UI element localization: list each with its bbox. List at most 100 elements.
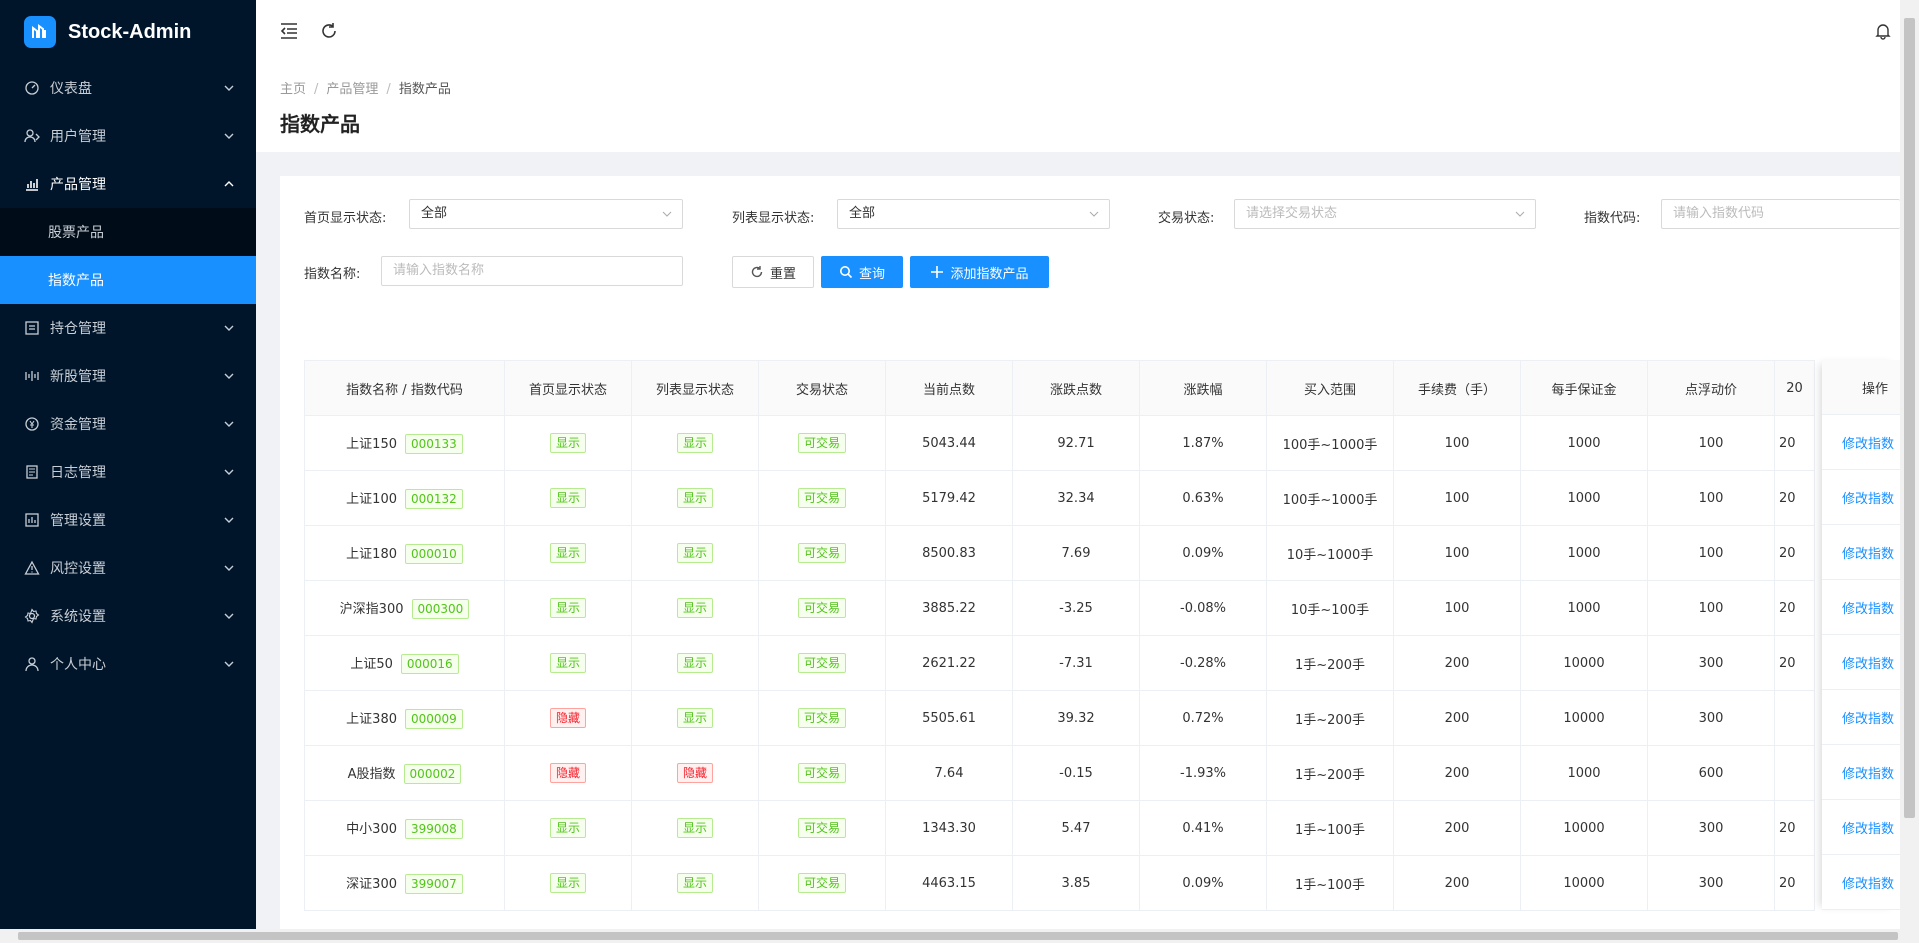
home-status-tag: 隐藏 bbox=[549, 763, 586, 783]
trade-status-select[interactable]: 请选择交易状态 bbox=[1234, 199, 1536, 229]
horizontal-scrollbar[interactable] bbox=[0, 929, 1919, 943]
sidebar-item-profile[interactable]: 个人中心 bbox=[0, 640, 256, 688]
breadcrumb-section[interactable]: 产品管理 bbox=[326, 82, 378, 97]
sidebar-subitem-stock-products[interactable]: 股票产品 bbox=[0, 208, 256, 256]
chevron-down-icon bbox=[224, 373, 234, 379]
index-code-tag: 399008 bbox=[405, 818, 463, 839]
home-status-cell: 显示 bbox=[504, 415, 632, 471]
sidebar-item-system[interactable]: 系统设置 bbox=[0, 592, 256, 640]
edit-index-link[interactable]: 修改指数 bbox=[1822, 855, 1900, 910]
list-status-tag: 隐藏 bbox=[676, 763, 713, 783]
table-header-cell: 手续费（手） bbox=[1393, 360, 1521, 416]
sidebar: Stock-Admin 仪表盘 用户管理 产品管理 股票产品 指数产品 持仓管理 新股管理资… bbox=[0, 0, 256, 943]
name-code-cell: 深证300 399007 bbox=[304, 855, 505, 911]
table-header-cell: 20 bbox=[1774, 360, 1815, 416]
sidebar-subitem-index-products[interactable]: 指数产品 bbox=[0, 256, 256, 304]
range-cell: 1手~100手 bbox=[1266, 855, 1394, 911]
gear-icon bbox=[24, 608, 40, 624]
breadcrumb-home[interactable]: 主页 bbox=[280, 82, 306, 97]
extra-cell: 20 bbox=[1774, 415, 1815, 471]
fee-cell: 100 bbox=[1393, 470, 1521, 526]
float-cell: 300 bbox=[1647, 690, 1775, 746]
edit-index-link[interactable]: 修改指数 bbox=[1822, 635, 1900, 690]
index-table: 指数名称 / 指数代码 首页显示状态 列表显示状态 交易状态 当前点数 涨跌点数 涨跌幅 买入… bbox=[304, 360, 1815, 911]
index-code-tag: 000132 bbox=[405, 488, 463, 509]
margin-cell: 1000 bbox=[1520, 745, 1648, 801]
chevron-down-icon bbox=[224, 517, 234, 523]
price-cell: 5043.44 bbox=[885, 415, 1013, 471]
menu-fold-icon[interactable] bbox=[278, 20, 300, 42]
vertical-scroll-thumb[interactable] bbox=[1904, 18, 1915, 818]
search-button[interactable]: 查询 bbox=[821, 256, 903, 288]
refresh-icon[interactable] bbox=[318, 20, 340, 42]
name-input[interactable]: 请输入指数名称 bbox=[381, 256, 683, 286]
trade-status-tag: 可交易 bbox=[797, 708, 846, 728]
add-index-button[interactable]: 添加指数产品 bbox=[910, 256, 1049, 288]
logo[interactable]: Stock-Admin bbox=[0, 0, 256, 64]
range-cell: 10手~1000手 bbox=[1266, 525, 1394, 581]
edit-index-link[interactable]: 修改指数 bbox=[1822, 415, 1900, 470]
bell-icon[interactable] bbox=[1872, 20, 1894, 42]
trade-status-cell: 可交易 bbox=[758, 855, 886, 911]
sidebar-item-products[interactable]: 产品管理 bbox=[0, 160, 256, 208]
margin-cell: 1000 bbox=[1520, 580, 1648, 636]
edit-index-link[interactable]: 修改指数 bbox=[1822, 525, 1900, 580]
table-row: 上证100 000132 显示 显示 可交易 5179.42 32.34 0.63% 100手~… bbox=[304, 470, 1815, 526]
price-cell: 1343.30 bbox=[885, 800, 1013, 856]
table-header-row: 指数名称 / 指数代码 首页显示状态 列表显示状态 交易状态 当前点数 涨跌点数 涨跌幅 买入… bbox=[304, 360, 1815, 416]
price-cell: 5505.61 bbox=[885, 690, 1013, 746]
sidebar-item-funds[interactable]: 资金管理 bbox=[0, 400, 256, 448]
money-icon bbox=[24, 416, 40, 432]
sidebar-item-users[interactable]: 用户管理 bbox=[0, 112, 256, 160]
change-cell: -0.15 bbox=[1012, 745, 1140, 801]
edit-index-link[interactable]: 修改指数 bbox=[1822, 470, 1900, 525]
list-status-select[interactable]: 全部 bbox=[837, 199, 1110, 229]
code-input[interactable]: 请输入指数代码 bbox=[1661, 199, 1900, 229]
chevron-down-icon bbox=[1089, 211, 1099, 217]
table-header-cell: 首页显示状态 bbox=[504, 360, 632, 416]
float-cell: 300 bbox=[1647, 800, 1775, 856]
home-status-cell: 隐藏 bbox=[504, 690, 632, 746]
sidebar-item-dashboard[interactable]: 仪表盘 bbox=[0, 64, 256, 112]
edit-index-link[interactable]: 修改指数 bbox=[1822, 580, 1900, 635]
home-status-cell: 显示 bbox=[504, 470, 632, 526]
sidebar-menu: 仪表盘 用户管理 产品管理 股票产品 指数产品 持仓管理 新股管理 资金管理 日志管理 管理设置风… bbox=[0, 64, 256, 688]
margin-cell: 1000 bbox=[1520, 470, 1648, 526]
sidebar-item-risk[interactable]: 风控设置 bbox=[0, 544, 256, 592]
edit-index-link[interactable]: 修改指数 bbox=[1822, 690, 1900, 745]
app-name: Stock-Admin bbox=[68, 20, 192, 43]
trade-status-label: 交易状态: bbox=[1158, 211, 1215, 226]
trade-status-cell: 可交易 bbox=[758, 470, 886, 526]
home-status-value: 全部 bbox=[421, 206, 448, 221]
vertical-scrollbar[interactable] bbox=[1900, 0, 1919, 929]
home-status-select[interactable]: 全部 bbox=[409, 199, 683, 229]
home-status-tag: 显示 bbox=[549, 873, 586, 893]
chevron-down-icon bbox=[224, 661, 234, 667]
list-status-label: 列表显示状态: bbox=[732, 211, 815, 226]
percent-cell: -1.93% bbox=[1139, 745, 1267, 801]
sidebar-item-positions[interactable]: 持仓管理 bbox=[0, 304, 256, 352]
index-code-tag: 000010 bbox=[405, 543, 463, 564]
fee-cell: 200 bbox=[1393, 800, 1521, 856]
index-name: 上证50 bbox=[350, 656, 393, 672]
list-status-cell: 显示 bbox=[631, 800, 759, 856]
edit-index-link[interactable]: 修改指数 bbox=[1822, 800, 1900, 855]
table-header-cell: 每手保证金 bbox=[1520, 360, 1648, 416]
trade-status-cell: 可交易 bbox=[758, 745, 886, 801]
fee-cell: 100 bbox=[1393, 415, 1521, 471]
name-code-cell: 上证380 000009 bbox=[304, 690, 505, 746]
reset-label: 重置 bbox=[769, 266, 796, 282]
name-code-cell: 上证180 000010 bbox=[304, 525, 505, 581]
table-body: 上证150 000133 显示 显示 可交易 5043.44 92.71 1.87% 100手~… bbox=[304, 415, 1815, 911]
sidebar-item-ipo[interactable]: 新股管理 bbox=[0, 352, 256, 400]
list-status-tag: 显示 bbox=[676, 873, 713, 893]
content-card: 首页显示状态: 全部 列表显示状态: 全部 交易状态: 请选择交易状态 指数代码… bbox=[280, 176, 1900, 943]
sidebar-item-logs[interactable]: 日志管理 bbox=[0, 448, 256, 496]
edit-index-link[interactable]: 修改指数 bbox=[1822, 745, 1900, 800]
sidebar-item-admin-settings[interactable]: 管理设置 bbox=[0, 496, 256, 544]
horizontal-scroll-thumb[interactable] bbox=[18, 932, 1898, 940]
reset-button[interactable]: 重置 bbox=[732, 256, 814, 288]
index-name: 沪深指300 bbox=[339, 601, 404, 617]
home-status-label: 首页显示状态: bbox=[304, 211, 387, 226]
list-status-tag: 显示 bbox=[676, 598, 713, 618]
